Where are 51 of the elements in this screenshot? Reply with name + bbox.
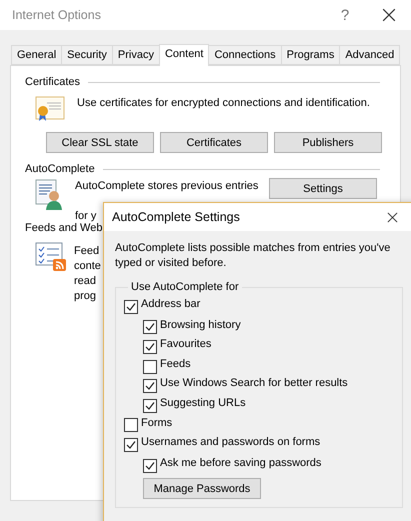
section-title: Feeds and Web (25, 222, 102, 234)
checkbox-label: Ask me before saving passwords (160, 456, 322, 471)
user-document-icon (35, 179, 63, 211)
tab[interactable]: Security (61, 45, 113, 65)
certificate-icon (35, 96, 65, 122)
description-line: AutoComplete stores previous entries (75, 179, 258, 194)
description-line: Feed (74, 244, 100, 259)
section-title: Certificates (25, 76, 80, 88)
manage-passwords-button[interactable]: Manage Passwords (143, 478, 261, 500)
checkbox-label: Usernames and passwords on forms (141, 435, 320, 450)
checkbox[interactable] (124, 300, 138, 314)
checkbox[interactable] (143, 398, 157, 413)
close-icon[interactable] (382, 8, 396, 22)
settings-button[interactable]: Settings (269, 178, 377, 199)
checkbox-label: Forms (141, 416, 172, 431)
tab[interactable]: Programs (280, 45, 340, 65)
tab[interactable]: Content (158, 44, 210, 66)
tab[interactable]: Advanced (339, 45, 400, 65)
checkbox[interactable] (124, 418, 138, 432)
checkbox[interactable] (143, 340, 157, 354)
tab[interactable]: General (11, 45, 62, 65)
checkbox[interactable] (143, 458, 157, 473)
checkbox[interactable] (143, 320, 157, 334)
description-line: conte (74, 259, 101, 274)
section-title: AutoComplete (25, 163, 95, 175)
tab[interactable]: Connections (208, 45, 282, 65)
checkbox-label: Browsing history (160, 318, 241, 333)
checkbox-label: Suggesting URLs (160, 396, 246, 411)
checkbox[interactable] (143, 360, 157, 374)
checkbox[interactable] (124, 438, 138, 452)
dialog-title: AutoComplete Settings (112, 210, 241, 224)
description-line: prog (74, 289, 96, 304)
checkbox-label: Use Windows Search for better results (160, 376, 348, 392)
action-button[interactable]: Clear SSL state (46, 132, 154, 153)
intro-text: typed or visited before. (115, 256, 226, 271)
group-title: Use AutoComplete for (130, 281, 240, 293)
feed-list-icon (35, 242, 67, 272)
description-line: for y (75, 209, 96, 223)
intro-text: AutoComplete lists possible matches from entries you've (115, 241, 390, 256)
tab[interactable]: Privacy (112, 45, 160, 65)
checkbox-label: Favourites (160, 337, 212, 352)
description-line: read (74, 274, 96, 289)
action-button[interactable]: Certificates (160, 132, 268, 153)
window-title: Internet Options (12, 8, 102, 22)
close-icon[interactable] (386, 212, 398, 222)
checkbox-label: Address bar (141, 297, 200, 312)
action-button[interactable]: Publishers (274, 132, 382, 153)
description-text: Use certificates for encrypted connections and identification. (77, 96, 370, 111)
checkbox-label: Feeds (160, 356, 191, 372)
checkbox[interactable] (143, 379, 157, 394)
help-button[interactable]: ? (323, 6, 367, 24)
